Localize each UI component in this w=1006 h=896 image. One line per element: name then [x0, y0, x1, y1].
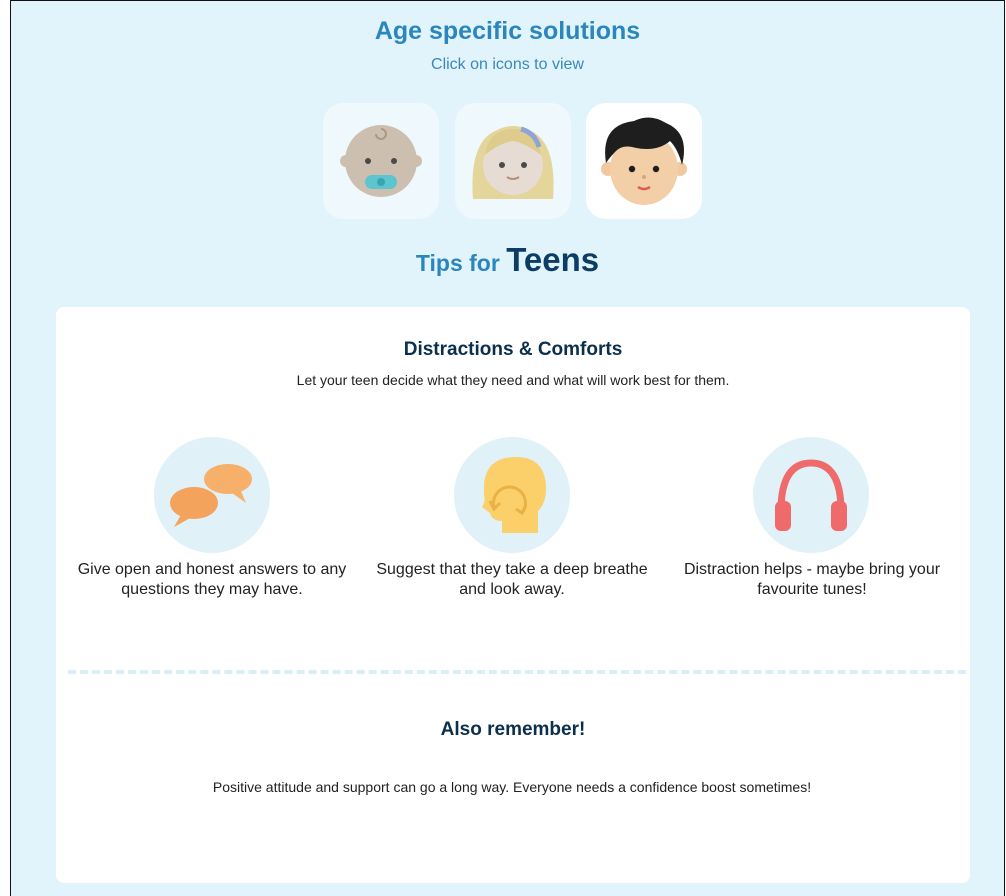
headphones-icon: [775, 459, 847, 531]
tips-heading: Tips for Teens: [11, 241, 1004, 279]
tip-text-3: Distraction helps - maybe bring your fav…: [683, 561, 941, 598]
speech-bubbles-icon: [170, 464, 252, 527]
also-remember-title: Also remember!: [440, 719, 586, 740]
age-tile-teen[interactable]: [586, 103, 702, 219]
age-tile-baby[interactable]: [323, 103, 439, 219]
page-title: Age specific solutions: [374, 17, 641, 45]
tip-text-2: Suggest that they take a deep breathe an…: [376, 561, 648, 598]
baby-face-icon: [340, 125, 422, 197]
page-subtitle: Click on icons to view: [431, 56, 584, 73]
tips-heading-prefix: Tips for: [415, 250, 500, 276]
tips-card: Distractions & Comforts Let your teen de…: [56, 307, 970, 883]
card-subtitle: Let your teen decide what they need and …: [296, 372, 730, 388]
tip-circle-2: [454, 437, 570, 553]
also-remember-text: Positive attitude and support can go a l…: [212, 779, 812, 795]
page-frame: Age specific solutions Click on icons to…: [10, 0, 1005, 896]
section-divider: [68, 670, 966, 674]
card-title: Distractions & Comforts: [403, 339, 623, 360]
tip-text-1: Give open and honest answers to any ques…: [77, 561, 347, 598]
age-tile-child[interactable]: [455, 103, 571, 219]
teen-face-icon: [601, 117, 687, 205]
tip-circle-1: [154, 437, 270, 553]
girl-face-icon: [472, 126, 554, 199]
tip-circle-3: [753, 437, 869, 553]
deep-breath-head-icon: [482, 457, 546, 533]
tips-heading-group: Teens: [506, 241, 600, 278]
